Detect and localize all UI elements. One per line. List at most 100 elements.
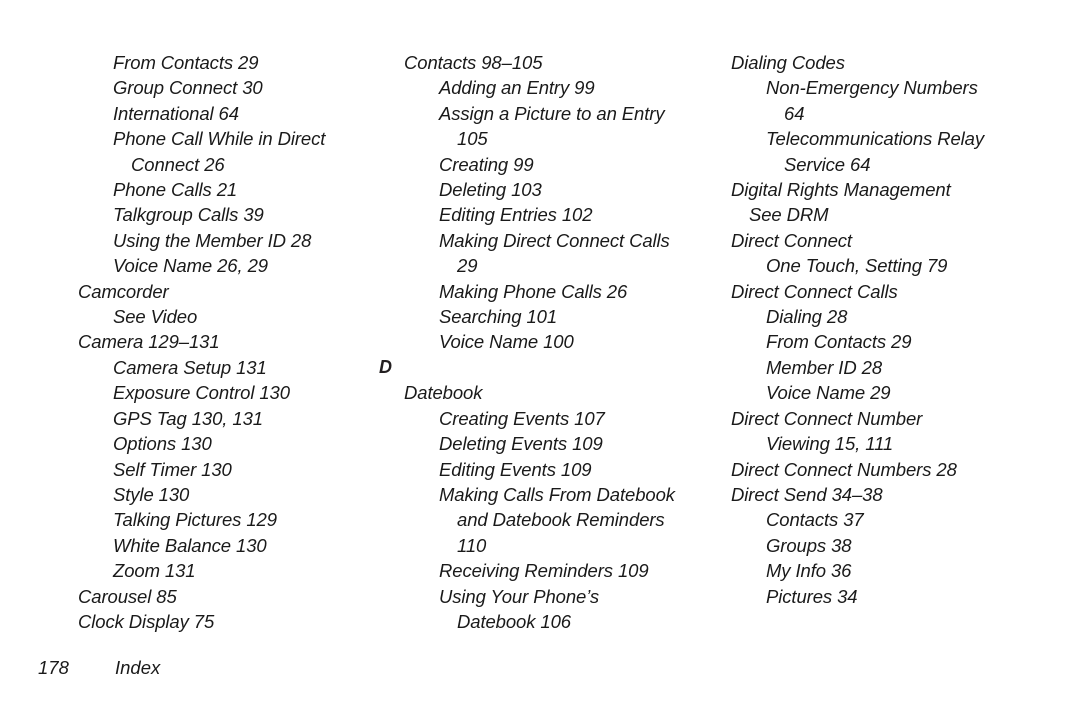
index-entry-text: Deleting Events 109 — [439, 433, 603, 455]
index-entry-text: Clock Display 75 — [78, 610, 215, 632]
index-entry: Phone Call While in Direct Connect 26 — [113, 126, 408, 177]
index-entry-text: Voice Name 100 — [439, 331, 574, 353]
index-entry: Style 130 — [113, 482, 408, 507]
index-entry: Direct Connect — [731, 228, 1061, 253]
index-entry-text: Carousel 85 — [78, 585, 177, 607]
index-entry-text: Exposure Control 130 — [113, 382, 290, 404]
index-entry-text: Phone Call While in Direct — [113, 128, 326, 150]
index-entry-text: Member ID 28 — [766, 356, 883, 378]
index-entry-text: Searching 101 — [439, 306, 558, 328]
index-entry-text: Contacts 37 — [766, 509, 864, 531]
index-entry: From Contacts 29 — [766, 329, 1061, 354]
index-entry-text: Editing Events 109 — [439, 458, 592, 480]
index-entry: Using Your Phone’s Datebook 106 — [439, 584, 734, 635]
index-entry-text: Voice Name 29 — [766, 382, 891, 404]
footer-label: Index — [115, 657, 161, 678]
index-entry: Talkgroup Calls 39 — [113, 202, 408, 227]
index-entry-text: International 64 — [113, 102, 239, 124]
index-entry-text: Talkgroup Calls 39 — [113, 204, 264, 226]
index-entry-text: Direct Connect Calls — [731, 280, 898, 302]
index-entry: Deleting Events 109 — [439, 431, 734, 456]
index-entry-text: Direct Send 34–38 — [731, 483, 883, 505]
index-entry-text: Making Phone Calls 26 — [439, 280, 628, 302]
index-entry-text: Style 130 — [113, 483, 190, 505]
index-entry-text: Deleting 103 — [439, 179, 542, 201]
index-entry-text: Creating Events 107 — [439, 407, 605, 429]
index-entry: Exposure Control 130 — [113, 380, 408, 405]
index-entry-text: Camera Setup 131 — [113, 356, 267, 378]
index-entry: Creating 99 — [439, 152, 734, 177]
index-entry: One Touch, Setting 79 — [766, 253, 1061, 278]
index-entry: Options 130 — [113, 431, 408, 456]
index-entry: Making Direct Connect Calls 29 — [439, 228, 734, 279]
index-entry: Making Calls From Datebook and Datebook R… — [439, 482, 734, 558]
index-entry: Creating Events 107 — [439, 406, 734, 431]
index-entry-text: GPS Tag 130, 131 — [113, 407, 263, 429]
index-entry-continuation: and Datebook Reminders — [457, 509, 665, 531]
index-entry-text: My Info 36 — [766, 560, 852, 582]
index-entry-text: Talking Pictures 129 — [113, 509, 277, 531]
index-entry-text: From Contacts 29 — [766, 331, 912, 353]
index-entry: Non-Emergency Numbers 64 — [766, 75, 1061, 126]
index-entry-text: Non-Emergency Numbers — [766, 77, 978, 99]
index-entry: Camcorder — [78, 279, 408, 304]
index-entry: Adding an Entry 99 — [439, 75, 734, 100]
index-entry-continuation: Service 64 — [784, 153, 871, 175]
index-entry-text: Phone Calls 21 — [113, 179, 238, 201]
index-entry: Talking Pictures 129 — [113, 507, 408, 532]
index-entry: From Contacts 29 — [113, 50, 408, 75]
index-entry-text: Using the Member ID 28 — [113, 229, 312, 251]
index-entry: Group Connect 30 — [113, 75, 408, 100]
index-entry-text: Assign a Picture to an Entry — [439, 102, 665, 124]
index-entry-text: Making Direct Connect Calls — [439, 229, 670, 251]
index-entry-continuation: 110 — [457, 534, 487, 556]
index-entry-continuation: See DRM — [749, 204, 829, 226]
index-column-2: Contacts 98–105 Adding an Entry 99 Assign … — [379, 50, 734, 635]
section-letter-heading: D — [379, 356, 392, 377]
index-entry: Dialing 28 — [766, 304, 1061, 329]
index-entry: Pictures 34 — [766, 584, 1061, 609]
index-entry-continuation: 64 — [784, 102, 805, 124]
index-entry-text: From Contacts 29 — [113, 52, 259, 73]
index-entry: Deleting 103 — [439, 177, 734, 202]
index-entry-text: Camcorder — [78, 280, 169, 302]
index-entry-text: One Touch, Setting 79 — [766, 255, 948, 277]
index-entry: Phone Calls 21 — [113, 177, 408, 202]
page-number: 178 — [38, 657, 69, 678]
index-column-3: Dialing Codes Non-Emergency Numbers 64 Tele… — [731, 50, 1061, 609]
index-entry-continuation: Connect 26 — [131, 153, 225, 175]
index-entry: Clock Display 75 — [78, 609, 408, 634]
index-entry: Viewing 15, 111 — [766, 431, 1061, 456]
index-entry: Voice Name 100 — [439, 329, 734, 354]
index-entry-text: Datebook — [404, 382, 483, 404]
index-entry: Carousel 85 — [78, 584, 408, 609]
page-footer: 178 Index — [38, 655, 160, 681]
index-entry-text: Digital Rights Management — [731, 179, 951, 201]
index-entry: See Video — [113, 304, 408, 329]
index-entry-text: Pictures 34 — [766, 585, 858, 607]
index-entry: White Balance 130 — [113, 533, 408, 558]
index-entry: Camera Setup 131 — [113, 355, 408, 380]
index-entry: Contacts 98–105 — [404, 50, 734, 75]
index-entry: Member ID 28 — [766, 355, 1061, 380]
index-entry: International 64 — [113, 101, 408, 126]
index-entry-text: Adding an Entry 99 — [439, 77, 595, 99]
index-entry-text: Groups 38 — [766, 534, 852, 556]
index-entry-text: Editing Entries 102 — [439, 204, 593, 226]
index-entry: Using the Member ID 28 — [113, 228, 408, 253]
index-entry: Voice Name 26, 29 — [113, 253, 408, 278]
index-entry: Editing Entries 102 — [439, 202, 734, 227]
index-entry: Receiving Reminders 109 — [439, 558, 734, 583]
index-entry-text: Options 130 — [113, 433, 212, 455]
index-entry: Direct Connect Calls — [731, 279, 1061, 304]
index-entry-text: Direct Connect — [731, 229, 852, 251]
index-entry: Making Phone Calls 26 — [439, 279, 734, 304]
index-entry-text: White Balance 130 — [113, 534, 267, 556]
index-entry-text: Dialing 28 — [766, 306, 848, 328]
index-entry: Editing Events 109 — [439, 457, 734, 482]
index-column-1: From Contacts 29 Group Connect 30 Internat… — [78, 50, 408, 634]
index-entry: Assign a Picture to an Entry 105 — [439, 101, 734, 152]
index-entry-text: Direct Connect Numbers 28 — [731, 458, 957, 480]
index-entry-text: Zoom 131 — [113, 560, 196, 582]
index-entry: Direct Connect Number — [731, 406, 1061, 431]
